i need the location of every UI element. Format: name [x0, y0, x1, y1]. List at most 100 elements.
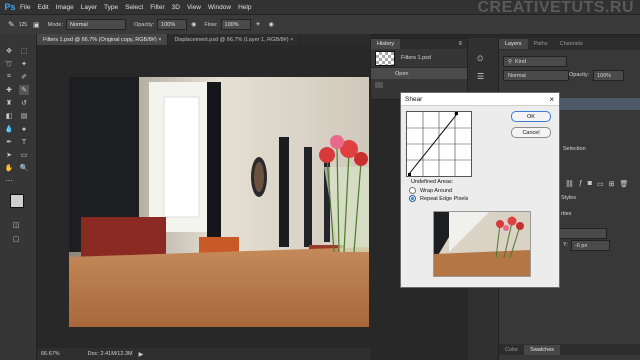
tab-paths[interactable]: Paths: [528, 39, 554, 49]
quick-mask-icon[interactable]: ◫: [11, 220, 21, 230]
brush-tool-icon[interactable]: ✎: [19, 85, 29, 95]
path-select-tool-icon[interactable]: ➤: [4, 150, 14, 160]
marquee-tool-icon[interactable]: ⬚: [19, 46, 29, 56]
tab-history[interactable]: History: [371, 39, 401, 49]
doc-size: Doc: 2.41M/12.3M: [87, 351, 133, 357]
tab-channels[interactable]: Channels: [554, 39, 589, 49]
history-step-row[interactable]: Open: [371, 68, 467, 79]
history-snapshot-row[interactable]: Filters 1.psd: [371, 49, 467, 68]
type-tool-icon[interactable]: T: [19, 137, 29, 147]
shear-dialog-titlebar[interactable]: Shear ×: [401, 93, 559, 106]
menu-3d[interactable]: 3D: [172, 4, 180, 11]
close-icon[interactable]: ×: [549, 95, 554, 104]
layer-blend-mode-select[interactable]: Normal: [503, 70, 569, 81]
brush-panel-icon[interactable]: ▣: [33, 21, 40, 29]
menu-help[interactable]: Help: [238, 4, 251, 11]
tab-swatches[interactable]: Swatches: [524, 344, 561, 355]
gradient-tool-icon[interactable]: ▤: [19, 111, 29, 121]
layer-opacity-field[interactable]: 100%: [593, 70, 624, 81]
opacity-value: 100%: [161, 21, 176, 28]
ok-button[interactable]: OK: [511, 111, 551, 122]
selected-layer-row[interactable]: [557, 98, 640, 110]
panel-menu-icon[interactable]: ≡: [458, 41, 462, 47]
zoom-tool-icon[interactable]: 🔍: [19, 163, 29, 173]
menu-window[interactable]: Window: [208, 4, 231, 11]
more-tools-icon[interactable]: ⋯: [4, 176, 14, 186]
menu-edit[interactable]: Edit: [37, 4, 48, 11]
pen-tool-icon[interactable]: ✒: [4, 137, 14, 147]
foreground-color-swatch[interactable]: [10, 194, 24, 208]
history-panel-header: History ≡: [371, 39, 467, 49]
crop-tool-icon[interactable]: ⌗: [4, 72, 14, 82]
menu-file[interactable]: File: [20, 4, 30, 11]
options-bar: ✎ 125 ▣ Mode: Normal Opacity: 100% ◉ Flo…: [0, 14, 640, 35]
history-dock-icon[interactable]: ⏲: [477, 54, 483, 64]
flow-label: Flow:: [204, 21, 218, 28]
doc-tab-displacement[interactable]: Displacement.psd @ 66.7% (Layer 1, RGB/8…: [168, 34, 301, 45]
lasso-tool-icon[interactable]: ➰: [4, 59, 14, 69]
selection-text: Selection: [563, 146, 586, 152]
add-mask-icon[interactable]: ◙: [588, 180, 592, 188]
mode-select[interactable]: Normal: [65, 19, 126, 30]
x-field[interactable]: [557, 228, 607, 239]
brush-size[interactable]: 125: [19, 22, 27, 28]
hand-tool-icon[interactable]: ✋: [4, 163, 14, 173]
pressure-opacity-icon[interactable]: ◉: [191, 21, 196, 28]
move-tool-icon[interactable]: ✥: [4, 46, 14, 56]
blur-tool-icon[interactable]: 💧: [4, 124, 14, 134]
flow-value: 100%: [224, 21, 239, 28]
repeat-edge-radio[interactable]: [409, 195, 416, 202]
option-wrap-around[interactable]: Wrap Around: [409, 187, 452, 194]
flow-field[interactable]: 100%: [220, 19, 251, 30]
layer-filter-kind[interactable]: ⚲ Kind: [503, 56, 567, 67]
link-layers-icon[interactable]: ⛓: [565, 180, 574, 188]
new-group-icon[interactable]: ▭: [597, 180, 604, 188]
airbrush-icon[interactable]: ✈: [256, 21, 261, 28]
menu-filter[interactable]: Filter: [150, 4, 164, 11]
pressure-size-icon[interactable]: ◉: [269, 21, 274, 28]
history-brush-tool-icon[interactable]: ↺: [19, 98, 29, 108]
status-arrow-icon[interactable]: ▶: [139, 351, 144, 358]
wrap-around-radio[interactable]: [409, 187, 416, 194]
healing-tool-icon[interactable]: ✚: [4, 85, 14, 95]
y-value: -6 px: [575, 242, 588, 249]
quick-select-tool-icon[interactable]: ✦: [19, 59, 29, 69]
snapshot-name: Filters 1.psd: [401, 55, 431, 61]
mode-value: Normal: [69, 21, 88, 28]
canvas-area[interactable]: [37, 45, 370, 348]
eyedropper-tool-icon[interactable]: ✐: [19, 72, 29, 82]
menu-layer[interactable]: Layer: [81, 4, 97, 11]
tab-color[interactable]: Color: [499, 345, 524, 355]
screen-mode-icon[interactable]: ▢: [11, 234, 21, 244]
shear-curve-grid[interactable]: [406, 111, 472, 177]
eraser-tool-icon[interactable]: ◧: [4, 111, 14, 121]
tab-styles[interactable]: Styles: [561, 195, 576, 201]
tools-panel: ✥ ⬚ ➰ ✦ ⌗ ✐ ✚ ✎ ♜ ↺ ◧ ▤ 💧 ● ✒ T ➤ ▭ ✋ 🔍 …: [0, 34, 37, 360]
layer-opacity-label: Opacity:: [569, 72, 590, 78]
new-layer-icon[interactable]: ⊞: [609, 180, 615, 188]
tab-layers[interactable]: Layers: [499, 39, 528, 49]
stamp-tool-icon[interactable]: ♜: [4, 98, 14, 108]
properties-dock-icon[interactable]: ☰: [477, 72, 484, 81]
menu-view[interactable]: View: [187, 4, 201, 11]
zoom-level[interactable]: 66.67%: [41, 351, 60, 357]
shape-tool-icon[interactable]: ▭: [19, 150, 29, 160]
kind-value: Kind: [515, 58, 527, 65]
mode-label: Mode:: [47, 21, 63, 28]
menu-select[interactable]: Select: [125, 4, 143, 11]
opacity-field[interactable]: 100%: [157, 19, 188, 30]
menu-type[interactable]: Type: [104, 4, 118, 11]
doc-tab-filters[interactable]: Filters 1.psd @ 66.7% (Original copy, RG…: [37, 34, 169, 45]
history-step-placeholder: [371, 79, 467, 90]
y-field[interactable]: -6 px: [571, 240, 610, 251]
option-repeat-edge[interactable]: Repeat Edge Pixels: [409, 195, 468, 202]
document-photo[interactable]: [69, 77, 369, 327]
layer-opacity-value: 100%: [597, 72, 612, 79]
menu-image[interactable]: Image: [56, 4, 74, 11]
cancel-button[interactable]: Cancel: [511, 127, 551, 138]
brush-tool-icon[interactable]: ✎: [8, 20, 15, 29]
dodge-tool-icon[interactable]: ●: [19, 124, 29, 134]
add-style-icon[interactable]: ƒ: [579, 180, 583, 188]
delete-layer-icon[interactable]: 🗑: [620, 180, 629, 188]
snapshot-thumbnail: [375, 50, 395, 66]
